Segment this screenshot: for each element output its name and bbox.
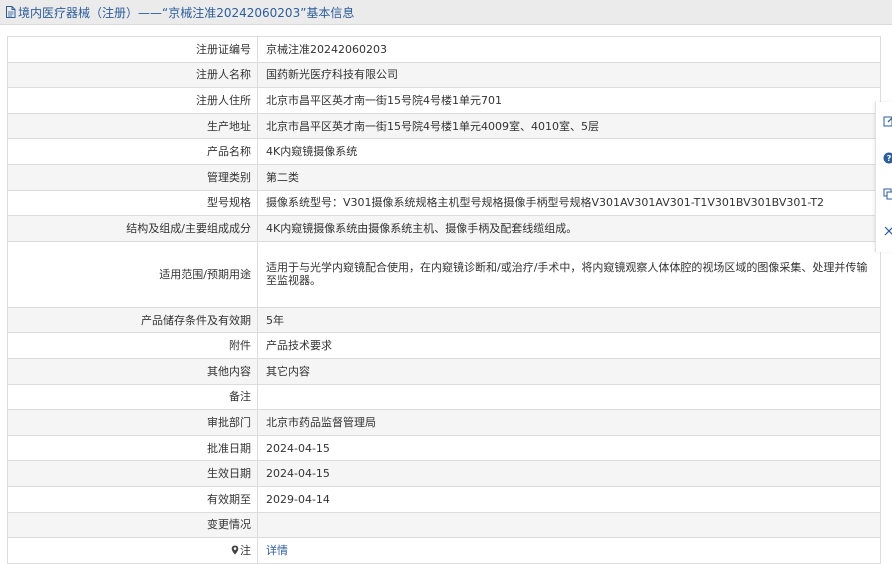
table-row: 生产地址 北京市昌平区英才南一街15号院4号楼1单元4009室、4010室、5层 (8, 113, 881, 139)
table-row: 备注 (8, 384, 881, 410)
row-label: 变更情况 (8, 512, 258, 538)
table-row: 附件 产品技术要求 (8, 333, 881, 359)
map-pin-icon (231, 545, 239, 555)
close-button[interactable] (882, 224, 892, 238)
row-label: 生产地址 (8, 113, 258, 139)
registration-detail-table: 注册证编号 京械注准20242060203 注册人名称 国药新光医疗科技有限公司… (7, 36, 881, 564)
row-value: 适用于与光学内窥镜配合使用，在内窥镜诊断和/或治疗/手术中，将内窥镜观察人体体腔… (258, 241, 881, 307)
table-row: 产品储存条件及有效期 5年 (8, 307, 881, 333)
help-button[interactable]: ? (882, 151, 892, 165)
row-value: 摄像系统型号：V301摄像系统规格主机型号规格摄像手柄型号规格V301AV301… (258, 190, 881, 216)
side-toolbar: ? (875, 102, 892, 252)
table-row: 注册人住所 北京市昌平区英才南一街15号院4号楼1单元701 (8, 88, 881, 114)
row-value: 其它内容 (258, 358, 881, 384)
copy-icon (883, 188, 892, 200)
row-value: 4K内窥镜摄像系统 (258, 139, 881, 165)
edit-button[interactable] (882, 114, 892, 128)
row-label: 型号规格 (8, 190, 258, 216)
help-icon: ? (883, 152, 892, 164)
table-row: 型号规格 摄像系统型号：V301摄像系统规格主机型号规格摄像手柄型号规格V301… (8, 190, 881, 216)
details-link[interactable]: 详情 (266, 544, 288, 557)
row-label: 结构及组成/主要组成成分 (8, 216, 258, 242)
table-row: 管理类别 第二类 (8, 164, 881, 190)
table-row: 变更情况 (8, 512, 881, 538)
row-label-note: 注 (8, 538, 258, 564)
row-value: 5年 (258, 307, 881, 333)
row-label: 注册人名称 (8, 62, 258, 88)
row-label: 产品名称 (8, 139, 258, 165)
row-value (258, 512, 881, 538)
table-row: 其他内容 其它内容 (8, 358, 881, 384)
row-label: 管理类别 (8, 164, 258, 190)
row-value: 2029-04-14 (258, 486, 881, 512)
page-header: 境内医疗器械（注册）——“京械注准20242060203”基本信息 (0, 0, 892, 25)
row-value: 北京市药品监督管理局 (258, 410, 881, 436)
row-label: 批准日期 (8, 435, 258, 461)
table-row: 结构及组成/主要组成成分 4K内窥镜摄像系统由摄像系统主机、摄像手柄及配套线缆组… (8, 216, 881, 242)
row-value: 详情 (258, 538, 881, 564)
row-value (258, 384, 881, 410)
row-value: 北京市昌平区英才南一街15号院4号楼1单元701 (258, 88, 881, 114)
row-label: 附件 (8, 333, 258, 359)
row-label: 注册人住所 (8, 88, 258, 114)
row-value: 2024-04-15 (258, 461, 881, 487)
table-row: 有效期至 2029-04-14 (8, 486, 881, 512)
svg-text:?: ? (887, 154, 892, 163)
table-row: 生效日期 2024-04-15 (8, 461, 881, 487)
row-value: 产品技术要求 (258, 333, 881, 359)
table-row: 审批部门 北京市药品监督管理局 (8, 410, 881, 436)
table-row: 适用范围/预期用途 适用于与光学内窥镜配合使用，在内窥镜诊断和/或治疗/手术中，… (8, 241, 881, 307)
row-label: 其他内容 (8, 358, 258, 384)
note-label: 注 (240, 544, 251, 557)
table-row: 注册人名称 国药新光医疗科技有限公司 (8, 62, 881, 88)
row-value: 第二类 (258, 164, 881, 190)
row-value: 4K内窥镜摄像系统由摄像系统主机、摄像手柄及配套线缆组成。 (258, 216, 881, 242)
close-icon (884, 226, 892, 236)
row-value: 北京市昌平区英才南一街15号院4号楼1单元4009室、4010室、5层 (258, 113, 881, 139)
row-label: 适用范围/预期用途 (8, 241, 258, 307)
row-label: 备注 (8, 384, 258, 410)
edit-icon (883, 115, 892, 127)
row-label: 产品储存条件及有效期 (8, 307, 258, 333)
table-row: 注册证编号 京械注准20242060203 (8, 37, 881, 63)
row-value: 国药新光医疗科技有限公司 (258, 62, 881, 88)
page-title: 境内医疗器械（注册）——“京械注准20242060203”基本信息 (18, 4, 354, 21)
copy-button[interactable] (882, 187, 892, 201)
row-value: 京械注准20242060203 (258, 37, 881, 63)
table-row: 产品名称 4K内窥镜摄像系统 (8, 139, 881, 165)
document-icon (5, 6, 16, 18)
row-value: 2024-04-15 (258, 435, 881, 461)
row-label: 注册证编号 (8, 37, 258, 63)
row-label: 有效期至 (8, 486, 258, 512)
table-row: 批准日期 2024-04-15 (8, 435, 881, 461)
table-row: 注 详情 (8, 538, 881, 564)
row-label: 生效日期 (8, 461, 258, 487)
row-label: 审批部门 (8, 410, 258, 436)
